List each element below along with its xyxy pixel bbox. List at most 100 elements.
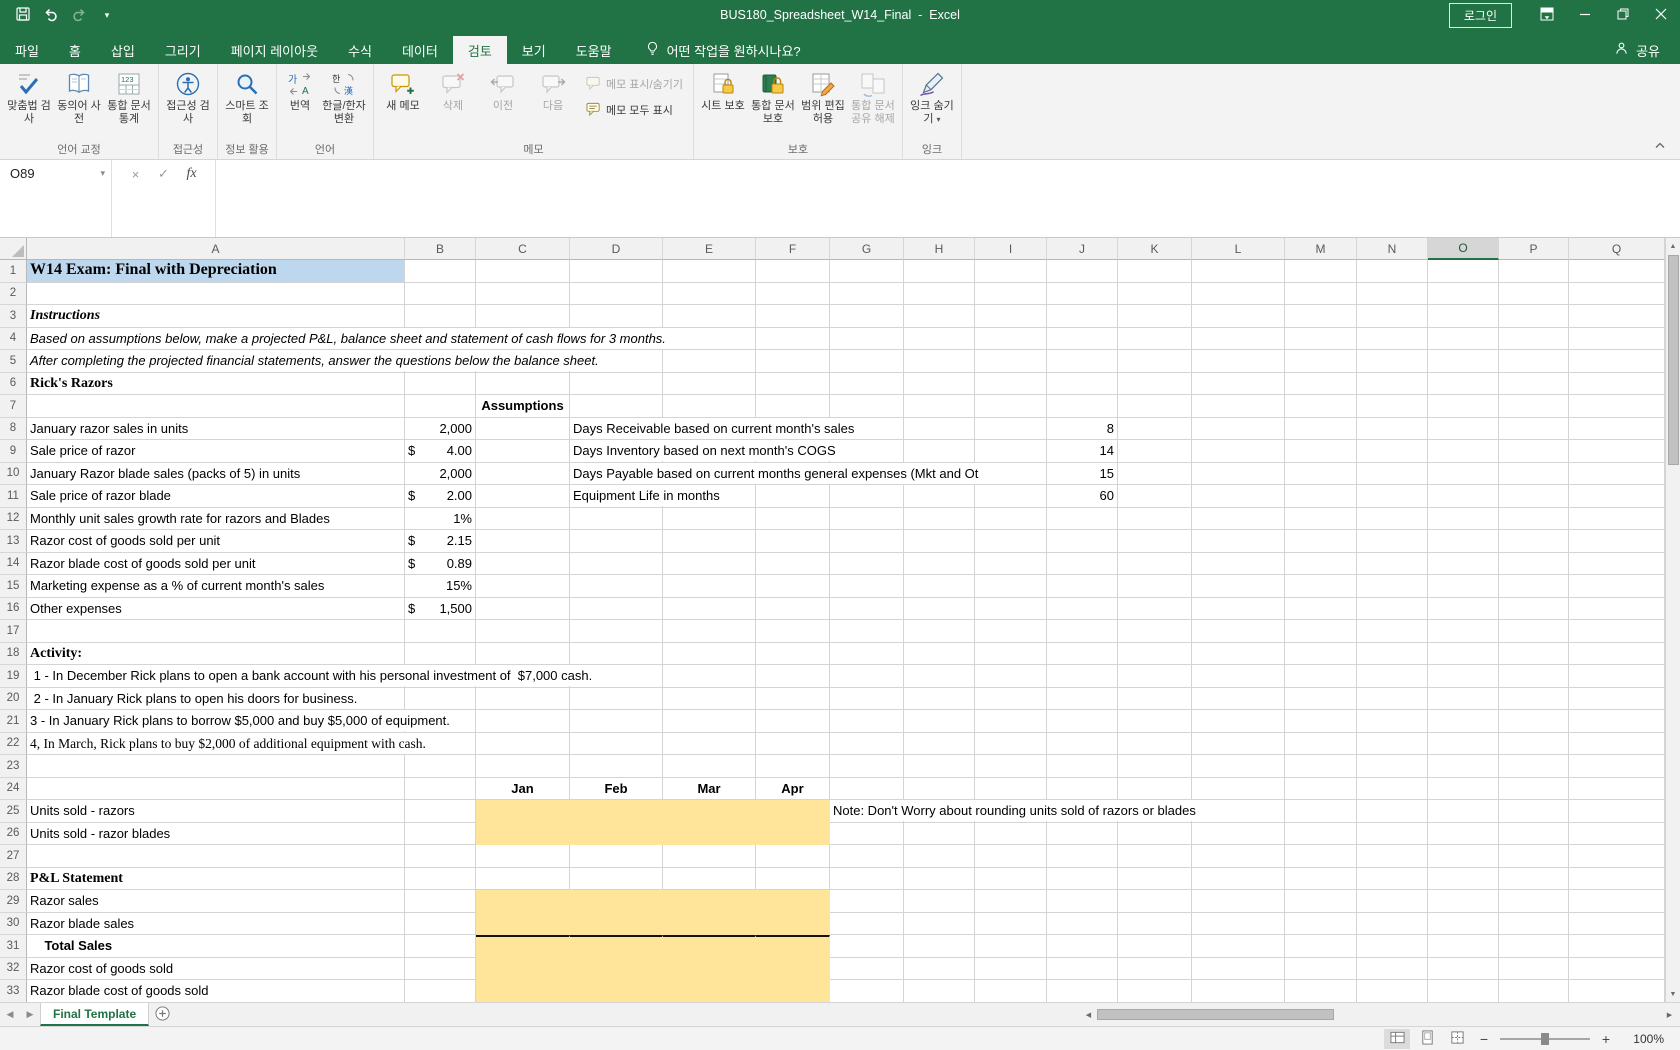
cell-H22[interactable] bbox=[904, 733, 975, 756]
next-comment-button[interactable]: 다음 bbox=[528, 66, 578, 136]
cell-D21[interactable] bbox=[570, 710, 663, 733]
cell-I20[interactable] bbox=[975, 688, 1047, 711]
cell-G22[interactable] bbox=[830, 733, 904, 756]
cell-F29[interactable] bbox=[756, 890, 830, 913]
collapse-ribbon-button[interactable] bbox=[1654, 137, 1666, 152]
cell-H12[interactable] bbox=[904, 508, 975, 531]
cell-G12[interactable] bbox=[830, 508, 904, 531]
cell-I24[interactable] bbox=[975, 778, 1047, 801]
cell-H24[interactable] bbox=[904, 778, 975, 801]
cell-E19[interactable] bbox=[663, 665, 756, 688]
cell-B23[interactable] bbox=[405, 755, 476, 778]
zoom-out-button[interactable]: − bbox=[1474, 1031, 1494, 1047]
cell-Q9[interactable] bbox=[1569, 440, 1665, 463]
cell-Q10[interactable] bbox=[1569, 463, 1665, 486]
cell-E21[interactable] bbox=[663, 710, 756, 733]
cell-C24[interactable]: Jan bbox=[476, 778, 570, 801]
previous-comment-button[interactable]: 이전 bbox=[478, 66, 528, 136]
cell-E17[interactable] bbox=[663, 620, 756, 643]
horizontal-scrollbar[interactable]: ◀ ▶ bbox=[1080, 1003, 1680, 1026]
column-header-P[interactable]: P bbox=[1499, 238, 1569, 260]
cell-B7[interactable] bbox=[405, 395, 476, 418]
column-header-A[interactable]: A bbox=[27, 238, 405, 260]
row-header-5[interactable]: 5 bbox=[0, 350, 27, 373]
tab-draw[interactable]: 그리기 bbox=[150, 36, 216, 64]
cell-B13[interactable]: $2.15 bbox=[405, 530, 476, 553]
cell-K13[interactable] bbox=[1118, 530, 1192, 553]
cell-L7[interactable] bbox=[1192, 395, 1285, 418]
cell-A2[interactable] bbox=[27, 283, 405, 306]
tell-me-box[interactable]: 어떤 작업을 원하시나요? bbox=[631, 36, 815, 64]
customize-quick-access-button[interactable]: ▾ bbox=[94, 2, 120, 28]
cell-N19[interactable] bbox=[1357, 665, 1428, 688]
cell-J3[interactable] bbox=[1047, 305, 1118, 328]
cell-N14[interactable] bbox=[1357, 553, 1428, 576]
row-header-21[interactable]: 21 bbox=[0, 710, 27, 733]
cell-D32[interactable] bbox=[570, 958, 663, 981]
cell-B3[interactable] bbox=[405, 305, 476, 328]
cell-P4[interactable] bbox=[1499, 328, 1569, 351]
cell-K18[interactable] bbox=[1118, 643, 1192, 666]
cell-G9[interactable] bbox=[830, 440, 904, 463]
row-header-24[interactable]: 24 bbox=[0, 778, 27, 801]
spelling-check-button[interactable]: 맞춤법 검사 bbox=[4, 66, 54, 136]
cell-L8[interactable] bbox=[1192, 418, 1285, 441]
cell-N31[interactable] bbox=[1357, 935, 1428, 958]
cell-O28[interactable] bbox=[1428, 868, 1499, 891]
cell-O17[interactable] bbox=[1428, 620, 1499, 643]
cell-C18[interactable] bbox=[476, 643, 570, 666]
cell-H14[interactable] bbox=[904, 553, 975, 576]
cell-L22[interactable] bbox=[1192, 733, 1285, 756]
cell-J21[interactable] bbox=[1047, 710, 1118, 733]
sheet-tab-final-template[interactable]: Final Template bbox=[40, 1003, 149, 1026]
cell-L27[interactable] bbox=[1192, 845, 1285, 868]
row-header-32[interactable]: 32 bbox=[0, 958, 27, 981]
cell-O23[interactable] bbox=[1428, 755, 1499, 778]
cell-L33[interactable] bbox=[1192, 980, 1285, 1002]
cell-F32[interactable] bbox=[756, 958, 830, 981]
cell-H2[interactable] bbox=[904, 283, 975, 306]
cell-E28[interactable] bbox=[663, 868, 756, 891]
cell-B32[interactable] bbox=[405, 958, 476, 981]
column-header-J[interactable]: J bbox=[1047, 238, 1118, 260]
cell-I17[interactable] bbox=[975, 620, 1047, 643]
cell-B15[interactable]: 15% bbox=[405, 575, 476, 598]
cell-P1[interactable] bbox=[1499, 260, 1569, 283]
cell-G6[interactable] bbox=[830, 373, 904, 396]
horizontal-scroll-thumb[interactable] bbox=[1097, 1009, 1334, 1020]
cell-F11[interactable] bbox=[756, 485, 830, 508]
column-header-Q[interactable]: Q bbox=[1569, 238, 1665, 260]
cell-H26[interactable] bbox=[904, 823, 975, 846]
cell-A13[interactable]: Razor cost of goods sold per unit bbox=[27, 530, 405, 553]
column-header-G[interactable]: G bbox=[830, 238, 904, 260]
cell-M32[interactable] bbox=[1285, 958, 1357, 981]
cell-K14[interactable] bbox=[1118, 553, 1192, 576]
login-button[interactable]: 로그인 bbox=[1449, 3, 1512, 28]
cell-A16[interactable]: Other expenses bbox=[27, 598, 405, 621]
cell-A17[interactable] bbox=[27, 620, 405, 643]
cell-D22[interactable] bbox=[570, 733, 663, 756]
cell-H4[interactable] bbox=[904, 328, 975, 351]
cell-I14[interactable] bbox=[975, 553, 1047, 576]
row-header-27[interactable]: 27 bbox=[0, 845, 27, 868]
cell-F17[interactable] bbox=[756, 620, 830, 643]
cell-P15[interactable] bbox=[1499, 575, 1569, 598]
column-header-L[interactable]: L bbox=[1192, 238, 1285, 260]
row-header-9[interactable]: 9 bbox=[0, 440, 27, 463]
cell-K4[interactable] bbox=[1118, 328, 1192, 351]
cell-H9[interactable] bbox=[904, 440, 975, 463]
cell-P31[interactable] bbox=[1499, 935, 1569, 958]
cell-F15[interactable] bbox=[756, 575, 830, 598]
cell-Q19[interactable] bbox=[1569, 665, 1665, 688]
cell-L25[interactable] bbox=[1192, 800, 1285, 823]
cell-O14[interactable] bbox=[1428, 553, 1499, 576]
cell-A11[interactable]: Sale price of razor blade bbox=[27, 485, 405, 508]
cell-M14[interactable] bbox=[1285, 553, 1357, 576]
cell-K23[interactable] bbox=[1118, 755, 1192, 778]
cell-P12[interactable] bbox=[1499, 508, 1569, 531]
cell-D31[interactable] bbox=[570, 935, 663, 958]
cell-P9[interactable] bbox=[1499, 440, 1569, 463]
cell-B17[interactable] bbox=[405, 620, 476, 643]
cell-M21[interactable] bbox=[1285, 710, 1357, 733]
cell-L10[interactable] bbox=[1192, 463, 1285, 486]
